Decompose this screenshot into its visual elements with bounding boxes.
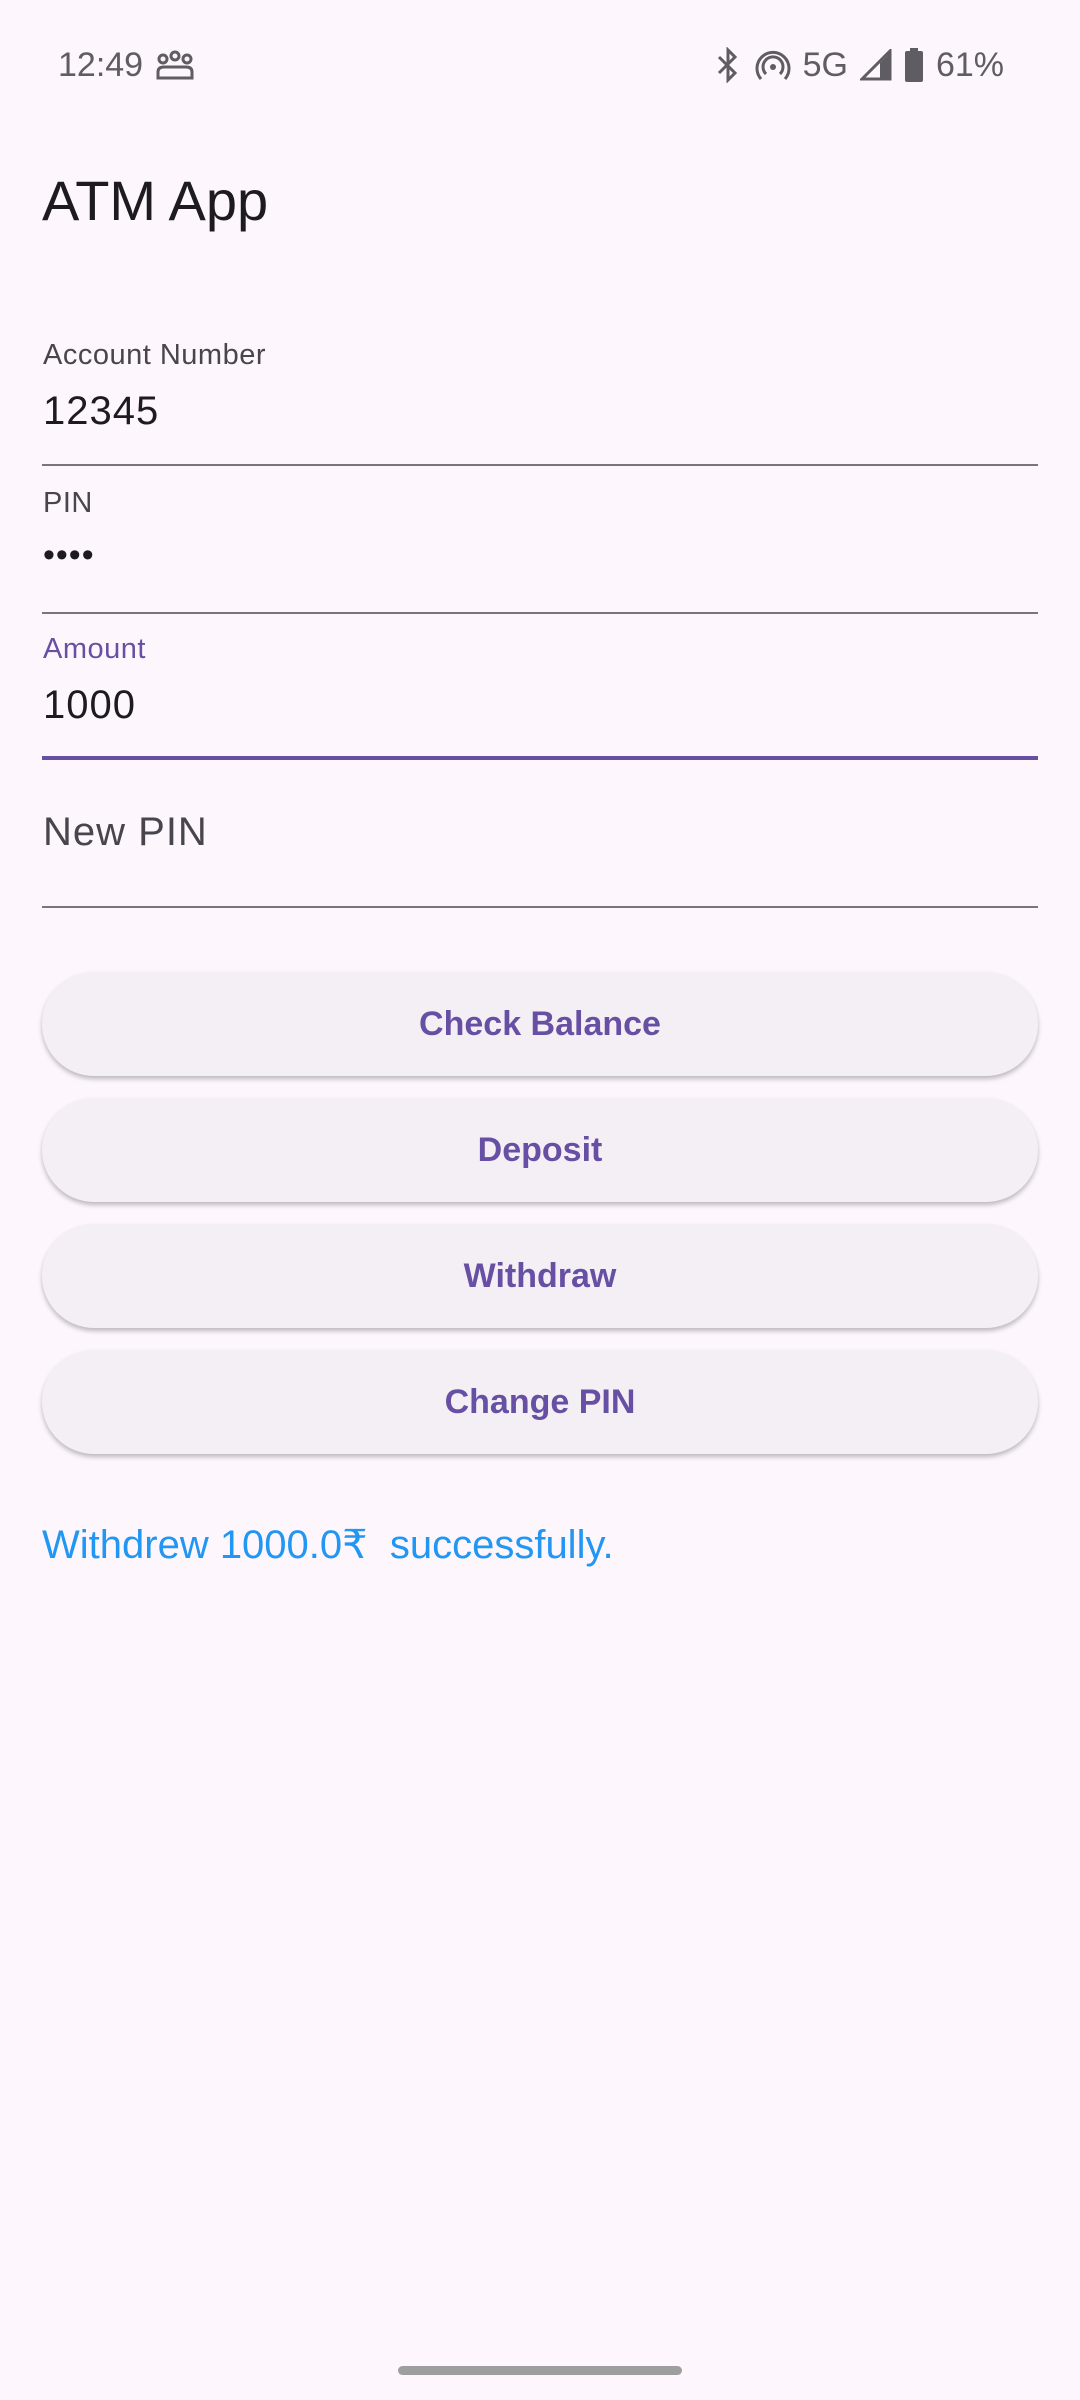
pin-underline xyxy=(42,612,1038,614)
battery-icon xyxy=(904,48,923,82)
pin-value[interactable]: •••• xyxy=(43,536,95,575)
amount-value[interactable]: 1000 xyxy=(43,683,136,728)
hotspot-icon xyxy=(755,50,791,80)
amount-underline xyxy=(42,756,1038,760)
status-bar-left: 12:49 xyxy=(58,40,195,90)
battery-level: 61% xyxy=(935,45,1004,84)
withdraw-button[interactable]: Withdraw xyxy=(42,1224,1038,1328)
new-pin-placeholder[interactable]: New PIN xyxy=(43,810,208,855)
people-icon xyxy=(156,50,194,80)
clock: 12:49 xyxy=(58,45,144,84)
account-number-value[interactable]: 12345 xyxy=(43,389,159,434)
change-pin-button[interactable]: Change PIN xyxy=(42,1350,1038,1454)
amount-label: Amount xyxy=(43,633,146,665)
status-message: Withdrew 1000.0₹ successfully. xyxy=(42,1523,614,1567)
account-number-label: Account Number xyxy=(43,339,266,371)
signal-icon xyxy=(859,49,892,81)
home-indicator[interactable] xyxy=(398,2366,682,2375)
check-balance-button[interactable]: Check Balance xyxy=(42,972,1038,1076)
new-pin-underline xyxy=(42,906,1038,908)
network-type: 5G xyxy=(802,45,848,84)
bluetooth-icon xyxy=(717,47,737,83)
app-title: ATM App xyxy=(42,169,269,232)
deposit-button[interactable]: Deposit xyxy=(42,1098,1038,1202)
account-number-underline xyxy=(42,464,1038,466)
status-bar-right: 5G 61% xyxy=(713,40,1004,90)
pin-label: PIN xyxy=(43,487,93,519)
